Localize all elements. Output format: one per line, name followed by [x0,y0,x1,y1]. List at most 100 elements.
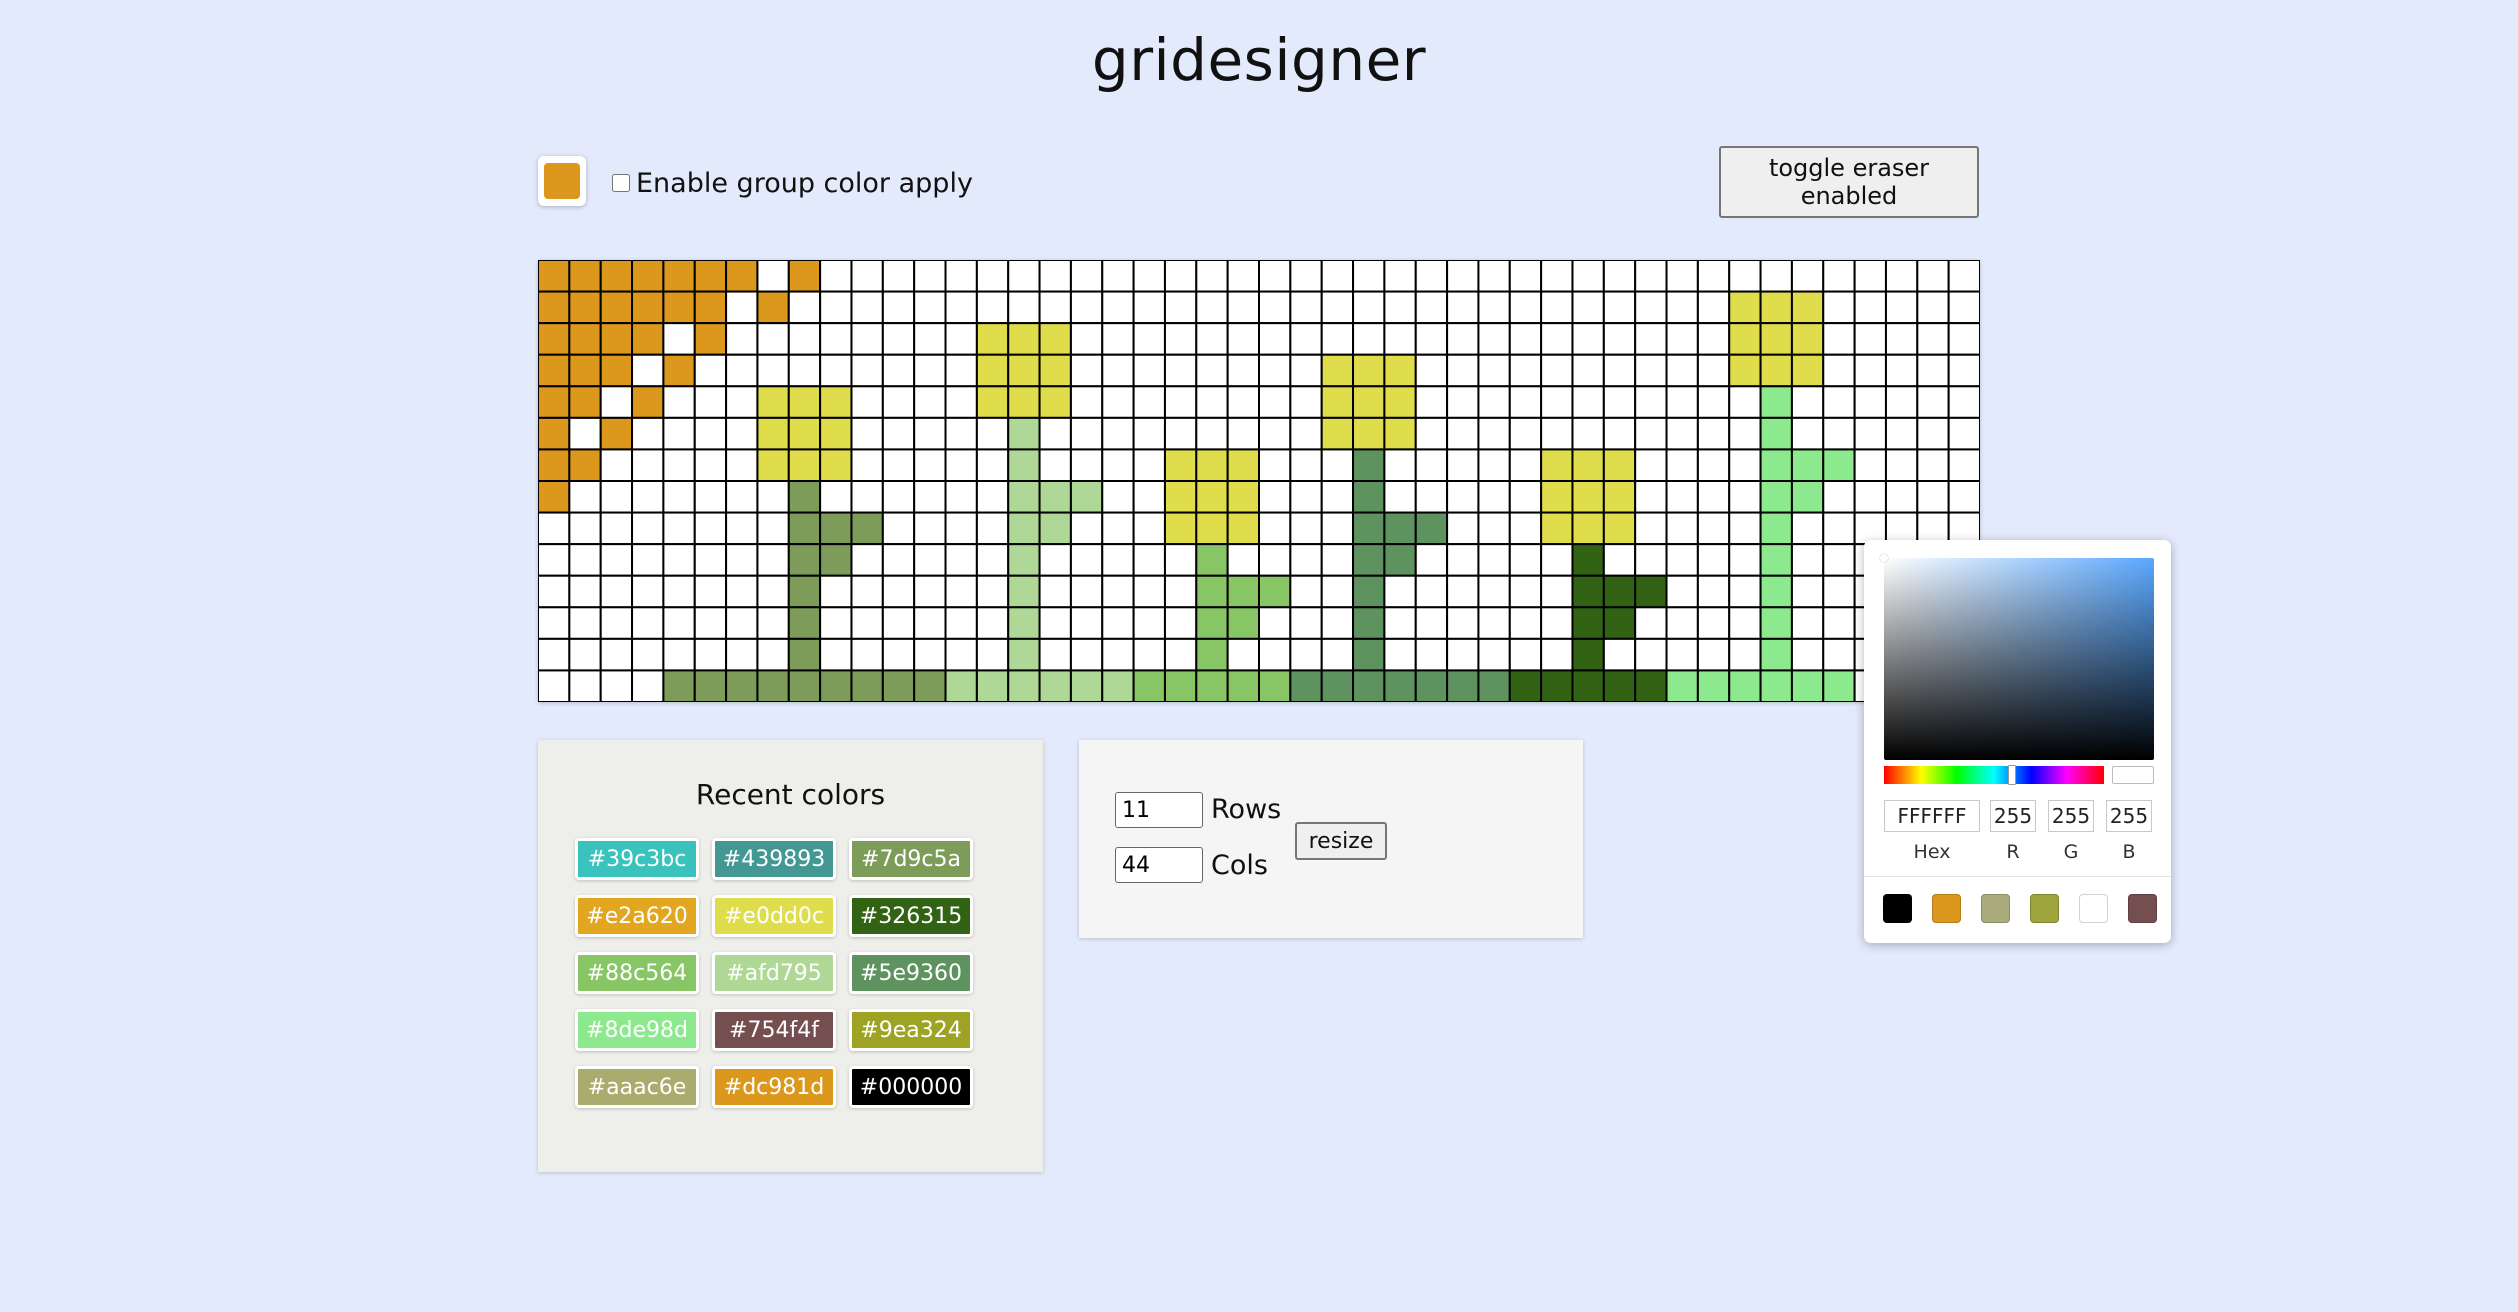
grid-cell[interactable] [1665,353,1699,388]
grid-cell[interactable] [1634,574,1668,609]
grid-cell[interactable] [1101,606,1135,640]
grid-cell[interactable] [1884,416,1919,451]
grid-cell[interactable] [1790,322,1825,356]
hex-input[interactable] [1884,800,1980,832]
grid-cell[interactable] [1947,290,1980,325]
grid-cell[interactable] [1602,353,1637,388]
grid-cell[interactable] [631,543,665,577]
grid-cell[interactable] [1477,637,1511,672]
grid-cell[interactable] [1383,385,1417,419]
grid-cell[interactable] [1571,448,1605,483]
grid-cell[interactable] [1101,353,1135,388]
grid-cell[interactable] [819,543,853,577]
grid-cell[interactable] [568,574,602,609]
grid-cell[interactable] [725,353,759,388]
grid-cell[interactable] [1383,669,1417,702]
grid-cell[interactable] [1101,416,1135,451]
grid-cell[interactable] [1414,606,1449,640]
grid-cell[interactable] [1790,416,1825,451]
grid-cell[interactable] [631,669,665,702]
grid-cell[interactable] [1446,353,1480,388]
grid-cell[interactable] [1038,448,1072,483]
grid-cell[interactable] [850,260,884,293]
grid-cell[interactable] [1446,416,1480,451]
grid-cell[interactable] [1007,322,1041,356]
grid-cell[interactable] [1163,260,1198,293]
grid-cell[interactable] [1195,448,1229,483]
grid-cell[interactable] [756,260,790,293]
grid-cell[interactable] [1163,416,1198,451]
grid-cell[interactable] [1038,669,1072,702]
grid-cell[interactable] [1884,290,1919,325]
grid-cell[interactable] [787,260,822,293]
grid-cell[interactable] [662,669,696,702]
grid-cell[interactable] [1508,385,1543,419]
grid-cell[interactable] [1947,353,1980,388]
grid-cell[interactable] [538,353,571,388]
grid-cell[interactable] [1665,574,1699,609]
grid-cell[interactable] [1195,574,1229,609]
grid-cell[interactable] [538,416,571,451]
grid-cell[interactable] [1696,511,1731,546]
grid-cell[interactable] [975,260,1010,293]
grid-cell[interactable] [1258,543,1292,577]
grid-cell[interactable] [568,290,602,325]
grid-cell[interactable] [1163,448,1198,483]
grid-cell[interactable] [631,606,665,640]
grid-cell[interactable] [819,637,853,672]
grid-cell[interactable] [1038,480,1072,514]
grid-cell[interactable] [881,416,916,451]
grid-cell[interactable] [568,637,602,672]
grid-cell[interactable] [1069,606,1104,640]
grid-cell[interactable] [975,385,1010,419]
grid-cell[interactable] [1790,606,1825,640]
grid-cell[interactable] [1822,480,1856,514]
grid-cell[interactable] [1571,543,1605,577]
grid-cell[interactable] [1101,480,1135,514]
grid-cell[interactable] [1383,637,1417,672]
grid-cell[interactable] [1916,448,1950,483]
grid-cell[interactable] [1320,322,1355,356]
grid-cell[interactable] [1352,574,1386,609]
grid-cell[interactable] [944,574,978,609]
grid-cell[interactable] [1383,260,1417,293]
grid-cell[interactable] [725,385,759,419]
grid-cell[interactable] [1038,385,1072,419]
grid-cell[interactable] [1634,669,1668,702]
grid-cell[interactable] [1634,290,1668,325]
grid-cell[interactable] [1258,637,1292,672]
grid-cell[interactable] [850,606,884,640]
grid-cell[interactable] [756,353,790,388]
grid-cell[interactable] [1728,322,1762,356]
grid-cell[interactable] [1790,385,1825,419]
grid-cell[interactable] [1947,322,1980,356]
grid-cell[interactable] [1634,385,1668,419]
grid-cell[interactable] [725,606,759,640]
grid-cell[interactable] [1069,511,1104,546]
grid-cell[interactable] [1947,260,1980,293]
grid-cell[interactable] [1508,669,1543,702]
grid-cell[interactable] [1822,669,1856,702]
grid-cell[interactable] [975,322,1010,356]
grid-cell[interactable] [1665,637,1699,672]
grid-cell[interactable] [1728,606,1762,640]
grid-cell[interactable] [944,480,978,514]
grid-cell[interactable] [1759,606,1793,640]
grid-cell[interactable] [1069,416,1104,451]
grid-cell[interactable] [631,416,665,451]
cols-input[interactable] [1115,847,1203,883]
grid-cell[interactable] [1508,260,1543,293]
grid-cell[interactable] [1477,511,1511,546]
grid-cell[interactable] [756,574,790,609]
grid-cell[interactable] [693,416,728,451]
grid-cell[interactable] [1696,606,1731,640]
grid-cell[interactable] [1634,637,1668,672]
grid-cell[interactable] [1383,322,1417,356]
grid-cell[interactable] [538,574,571,609]
grid-cell[interactable] [1258,322,1292,356]
grid-cell[interactable] [1163,606,1198,640]
grid-cell[interactable] [787,606,822,640]
grid-cell[interactable] [1320,448,1355,483]
grid-cell[interactable] [662,637,696,672]
grid-cell[interactable] [1132,322,1166,356]
